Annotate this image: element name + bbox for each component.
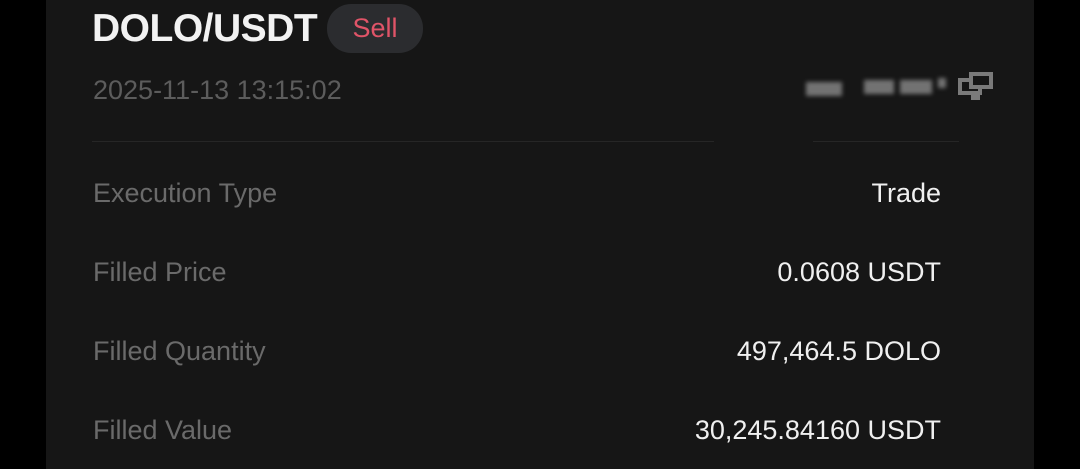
divider: [813, 141, 959, 142]
filled-quantity-value: 497,464.5 DOLO: [736, 336, 941, 366]
filled-value-label: Filled Value: [93, 415, 233, 445]
filled-value-value: 30,245.84160 USDT: [694, 415, 941, 445]
order-detail-card: DOLO/USDT Sell 2025-11-13 13:15:02 Execu…: [46, 0, 1034, 469]
filled-price-value: 0.0608 USDT: [777, 257, 941, 287]
pair-title: DOLO/USDT: [92, 7, 318, 50]
filled-quantity-label: Filled Quantity: [93, 336, 266, 366]
order-timestamp: 2025-11-13 13:15:02: [93, 75, 342, 105]
execution-type-label: Execution Type: [93, 178, 278, 208]
execution-type-value: Trade: [871, 178, 941, 208]
copy-icon[interactable]: [958, 71, 994, 105]
filled-price-label: Filled Price: [93, 257, 227, 287]
redacted-order-id: [806, 72, 956, 108]
divider: [92, 141, 714, 142]
side-badge: Sell: [327, 4, 423, 53]
